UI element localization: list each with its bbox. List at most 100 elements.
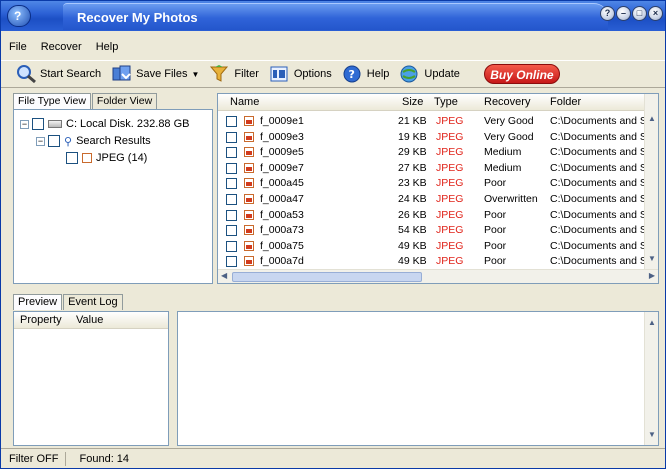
scroll-right-icon[interactable]: ▶ (649, 271, 655, 280)
table-row[interactable]: f_0009e5 29 KB JPEG Medium C:\Documents and … (218, 145, 653, 160)
status-bar: Filter OFF Found: 14 (1, 448, 665, 468)
update-button[interactable]: Update (399, 63, 460, 85)
file-list: Name Size Type Recovery Folder f_0009e1 2… (217, 93, 659, 284)
options-icon (269, 64, 291, 84)
tree-node-search-results[interactable]: − ⚲ Search Results (36, 133, 151, 149)
toolbar: Start Search Save Files ▼ Filter Options… (1, 60, 665, 88)
table-row[interactable]: f_000a47 24 KB JPEG Overwritten C:\Documents… (218, 192, 653, 207)
jpeg-checkbox[interactable] (66, 152, 78, 164)
table-row[interactable]: f_000a7d 49 KB JPEG Poor C:\Documents and Se (218, 254, 653, 269)
row-checkbox[interactable] (226, 256, 237, 268)
row-checkbox[interactable] (226, 225, 237, 237)
search-results-checkbox[interactable] (48, 135, 60, 147)
row-type: JPEG (436, 146, 464, 159)
column-size[interactable]: Size (402, 96, 423, 108)
row-folder: C:\Documents and Se (550, 146, 653, 159)
row-name: f_000a75 (260, 239, 304, 252)
row-checkbox[interactable] (226, 178, 237, 190)
maximize-icon[interactable]: □ (632, 6, 647, 21)
status-filter: Filter OFF (9, 452, 59, 465)
drive-checkbox[interactable] (32, 118, 44, 130)
scroll-down-icon[interactable]: ▼ (647, 430, 657, 439)
column-folder[interactable]: Folder (550, 96, 581, 108)
close-icon[interactable]: × (648, 6, 663, 21)
bottom-panel-tabs: Preview Event Log (13, 294, 124, 310)
column-type[interactable]: Type (434, 96, 458, 108)
row-name: f_000a7d (260, 255, 304, 268)
horizontal-scroll-thumb[interactable] (232, 272, 422, 282)
row-checkbox[interactable] (226, 209, 237, 221)
status-divider (64, 451, 66, 466)
title-bar[interactable]: ? Recover My Photos ? – □ × (1, 1, 665, 31)
minimize-icon[interactable]: – (616, 6, 631, 21)
scroll-down-icon[interactable]: ▼ (647, 254, 657, 263)
save-files-dropdown-icon[interactable]: ▼ (192, 70, 200, 79)
preview-vertical-scrollbar[interactable]: ▲ ▼ (644, 312, 658, 445)
menu-help[interactable]: Help (88, 39, 125, 57)
tree-node-drive[interactable]: − C: Local Disk. 232.88 GB (20, 116, 190, 132)
help-icon: ? (342, 64, 364, 84)
row-checkbox[interactable] (226, 194, 237, 205)
start-search-button[interactable]: Start Search (15, 63, 101, 85)
table-row[interactable]: f_000a75 49 KB JPEG Poor C:\Documents and Se (218, 239, 653, 254)
table-row[interactable]: f_000a45 23 KB JPEG Poor C:\Documents and Se (218, 176, 653, 191)
tab-event-log[interactable]: Event Log (63, 294, 123, 310)
menu-file[interactable]: File (1, 39, 33, 57)
jpeg-file-icon (244, 116, 254, 126)
table-row[interactable]: f_000a73 54 KB JPEG Poor C:\Documents and Se (218, 223, 653, 238)
tab-preview[interactable]: Preview (13, 294, 63, 310)
help-button[interactable]: ? Help (342, 63, 389, 85)
row-checkbox[interactable] (226, 162, 237, 174)
row-size: 26 KB (398, 208, 427, 221)
list-horizontal-scrollbar[interactable]: ◀ ▶ (218, 269, 658, 283)
tab-folder-view[interactable]: Folder View (91, 93, 158, 109)
jpeg-file-icon (244, 147, 254, 158)
filter-funnel-icon (209, 64, 231, 84)
scroll-up-icon[interactable]: ▲ (647, 114, 657, 123)
list-vertical-scrollbar[interactable]: ▲ ▼ (644, 94, 658, 270)
buy-online-button[interactable]: Buy Online (483, 64, 560, 84)
row-folder: C:\Documents and Se (550, 161, 653, 174)
save-files-label: Save Files (136, 68, 188, 80)
jpeg-file-icon (244, 240, 254, 251)
table-row[interactable]: f_0009e1 21 KB JPEG Very Good C:\Documents a… (218, 114, 653, 129)
properties-header: Property Value (14, 312, 168, 329)
column-property[interactable]: Property (20, 314, 62, 326)
collapse-icon[interactable]: − (20, 119, 29, 129)
row-name: f_0009e5 (260, 146, 304, 159)
column-value[interactable]: Value (76, 314, 103, 326)
globe-update-icon (399, 64, 421, 84)
search-results-icon: ⚲ (64, 135, 73, 148)
preview-panel: ▲ ▼ (177, 311, 659, 446)
menu-recover[interactable]: Recover (33, 39, 88, 57)
row-checkbox[interactable] (226, 147, 237, 159)
options-button[interactable]: Options (269, 63, 332, 85)
table-row[interactable]: f_0009e7 27 KB JPEG Medium C:\Documents and … (218, 161, 653, 176)
tree-node-jpeg[interactable]: JPEG (14) (66, 150, 147, 166)
row-checkbox[interactable] (226, 131, 237, 143)
row-checkbox[interactable] (226, 240, 237, 252)
scroll-up-icon[interactable]: ▲ (647, 318, 657, 327)
app-icon[interactable]: ? (7, 5, 31, 27)
window-controls: ? – □ × (600, 6, 663, 26)
tab-file-type-view[interactable]: File Type View (13, 93, 91, 109)
list-header: Name Size Type Recovery Folder (218, 94, 646, 111)
row-name: f_0009e7 (260, 161, 304, 174)
collapse-icon[interactable]: − (36, 136, 45, 146)
row-type: JPEG (436, 115, 464, 127)
filter-button[interactable]: Filter (209, 63, 259, 85)
options-label: Options (293, 68, 332, 80)
save-files-button[interactable]: Save Files ▼ (111, 63, 199, 85)
row-name: f_0009e1 (260, 115, 304, 127)
row-name: f_000a47 (260, 193, 304, 205)
help-window-icon[interactable]: ? (600, 6, 615, 21)
row-checkbox[interactable] (226, 116, 237, 127)
start-search-label: Start Search (40, 68, 102, 80)
table-row[interactable]: f_0009e3 19 KB JPEG Very Good C:\Documents a… (218, 130, 653, 145)
row-folder: C:\Documents and Se (550, 208, 653, 221)
scroll-left-icon[interactable]: ◀ (221, 271, 227, 280)
column-name[interactable]: Name (230, 96, 259, 108)
table-row[interactable]: f_000a53 26 KB JPEG Poor C:\Documents and Se (218, 208, 653, 223)
column-recovery[interactable]: Recovery (484, 96, 530, 108)
row-recovery: Medium (484, 146, 522, 159)
